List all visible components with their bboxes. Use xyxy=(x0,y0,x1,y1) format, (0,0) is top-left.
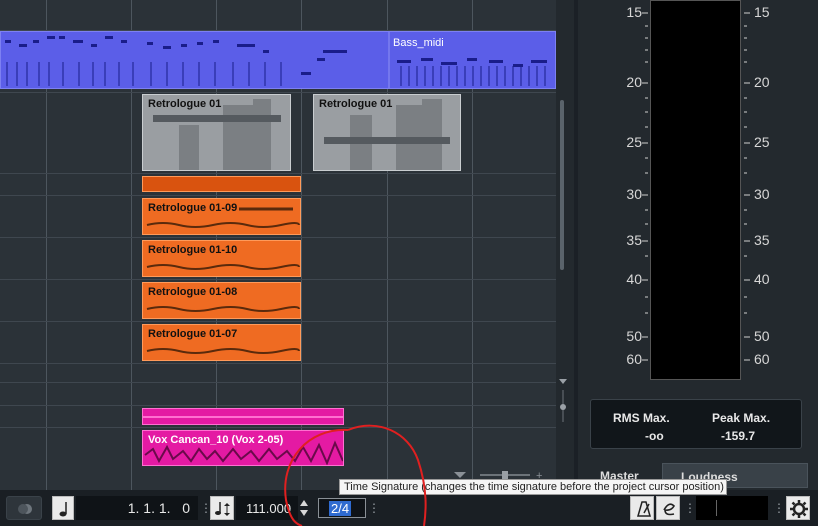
meter-tick-right: 60 xyxy=(754,351,770,367)
metronome-icon xyxy=(637,501,651,517)
tempo-stepper[interactable] xyxy=(298,498,310,518)
level-meter xyxy=(650,0,741,380)
tempo-track-button[interactable] xyxy=(210,496,234,520)
track-separator xyxy=(0,92,556,93)
midi-notes xyxy=(5,32,547,88)
e-curve-icon xyxy=(663,503,676,516)
settings-button[interactable] xyxy=(786,496,810,520)
musical-time-button[interactable] xyxy=(52,496,74,520)
tempo-detect-button[interactable] xyxy=(656,496,680,520)
meter-tick-right: 40 xyxy=(754,271,770,287)
meter-scale-left xyxy=(642,12,648,361)
rms-label: RMS Max. xyxy=(613,411,670,425)
mini-display xyxy=(696,496,768,520)
meter-tick-left: 40 xyxy=(626,271,642,287)
audio-event-retrologue-08[interactable]: Retrologue 01-08 xyxy=(142,282,301,319)
meter-tick-right: 30 xyxy=(754,186,770,202)
waveform xyxy=(146,264,300,270)
audio-event-orange-bar[interactable] xyxy=(142,176,301,192)
record-mode-button[interactable] xyxy=(6,496,42,520)
track-separator xyxy=(0,363,556,364)
meter-tick-left: 25 xyxy=(626,134,642,150)
peak-label: Peak Max. xyxy=(712,411,771,425)
waveform xyxy=(144,440,343,465)
bar-stripe xyxy=(143,416,343,418)
position-display[interactable]: 1. 1. 1. 0 xyxy=(76,496,198,520)
meter-tick-right: 25 xyxy=(754,134,770,150)
track-scroll-controls[interactable] xyxy=(556,374,570,424)
peak-value: -159.7 xyxy=(721,429,756,443)
loudness-readout: RMS Max. -oo Peak Max. -159.7 xyxy=(590,399,802,449)
scroll-thumb[interactable] xyxy=(560,100,564,270)
meter-tick-right: 35 xyxy=(754,232,770,248)
track-separator xyxy=(0,321,556,322)
meter-tick-left: 15 xyxy=(626,4,642,20)
metronome-button[interactable] xyxy=(630,496,654,520)
transport-bar: 1. 1. 1. 0 ⋮ 111.000 2/4 ⋮ ⋮ ⋮ xyxy=(0,490,818,526)
clip-label-bass-midi: Bass_midi xyxy=(393,37,444,49)
tempo-value: 111.000 xyxy=(246,501,292,516)
track-separator xyxy=(0,427,556,428)
midi-part-retrologue-1[interactable]: Retrologue 01 xyxy=(142,94,291,171)
waveform xyxy=(146,207,300,228)
track-separator xyxy=(0,279,556,280)
waveform xyxy=(146,306,300,312)
meter-tick-left: 30 xyxy=(626,186,642,202)
note-icon xyxy=(59,502,67,517)
meter-tick-left: 20 xyxy=(626,74,642,90)
track-separator xyxy=(0,405,556,406)
audio-event-pink-bar[interactable] xyxy=(142,408,344,425)
record-mode-icon xyxy=(18,504,32,514)
track-separator xyxy=(0,237,556,238)
meter-tick-right: 20 xyxy=(754,74,770,90)
audio-event-retrologue-07[interactable]: Retrologue 01-07 xyxy=(142,324,301,361)
waveform xyxy=(146,348,300,354)
midi-part-retrologue-2[interactable]: Retrologue 01 xyxy=(313,94,461,171)
audio-event-retrologue-09[interactable]: Retrologue 01-09 xyxy=(142,198,301,235)
meter-tick-right: 15 xyxy=(754,4,770,20)
display-divider xyxy=(716,500,717,516)
display-menu-icon[interactable]: ⋮ xyxy=(773,501,785,515)
time-signature-tooltip: Time Signature (changes the time signatu… xyxy=(339,479,727,495)
time-signature-value: 2/4 xyxy=(329,501,352,516)
track-separator xyxy=(0,195,556,196)
midi-part-bass[interactable]: Bass_midi xyxy=(0,31,556,89)
time-signature-menu-icon[interactable]: ⋮ xyxy=(368,501,380,515)
position-value: 1. 1. 1. 0 xyxy=(127,500,190,516)
click-menu-icon[interactable]: ⋮ xyxy=(684,501,696,515)
rms-value: -oo xyxy=(645,429,664,443)
track-separator xyxy=(0,173,556,174)
arrange-window[interactable]: Bass_midi Retrologue 01 Retrologue 01 Re… xyxy=(0,0,556,490)
gear-icon xyxy=(790,500,808,518)
tempo-icon xyxy=(215,502,230,516)
track-separator xyxy=(0,382,556,383)
meter-panel: 15 20 25 30 35 40 50 60 15 20 25 30 35 4… xyxy=(578,0,818,490)
tempo-display[interactable]: 111.000 xyxy=(236,496,298,520)
clip-shape xyxy=(153,99,281,170)
audio-event-retrologue-10[interactable]: Retrologue 01-10 xyxy=(142,240,301,277)
meter-tick-left: 50 xyxy=(626,328,642,344)
audio-event-vox[interactable]: Vox Cancan_10 (Vox 2-05) xyxy=(142,430,344,466)
time-signature-field[interactable]: 2/4 xyxy=(318,498,366,518)
meter-scale-right xyxy=(744,12,750,361)
meter-tick-left: 35 xyxy=(626,232,642,248)
vertical-scrollbar[interactable] xyxy=(556,0,574,490)
clip-shape xyxy=(324,99,450,170)
meter-tick-right: 50 xyxy=(754,328,770,344)
meter-tick-left: 60 xyxy=(626,351,642,367)
